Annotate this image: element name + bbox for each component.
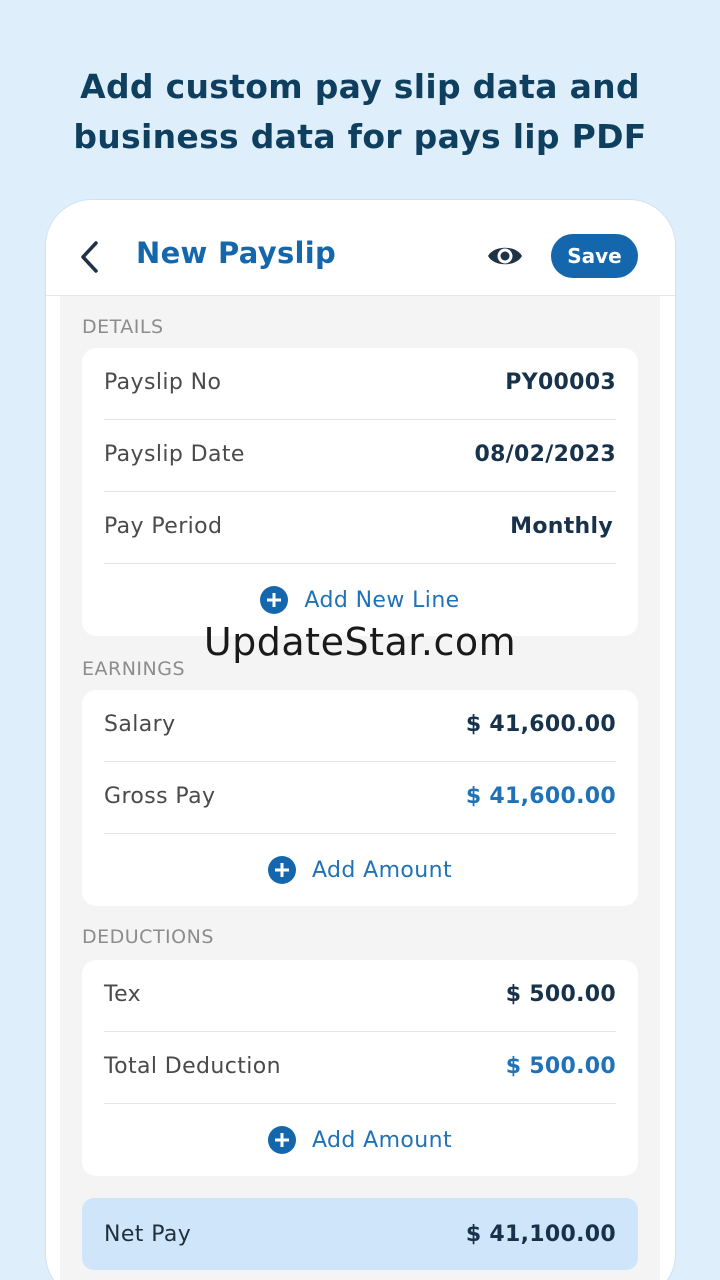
row-label: Salary [104, 712, 176, 737]
gross-pay-row: Gross Pay $ 41,600.00 [104, 762, 616, 834]
phone-screen: New Payslip Save DETAILS Payslip No PY00… [46, 200, 675, 1280]
net-pay-value: $ 41,100.00 [465, 1222, 616, 1247]
add-deduction-amount-button[interactable]: Add Amount [82, 1104, 638, 1176]
row-value: Monthly [510, 514, 613, 539]
row-value: 08/02/2023 [474, 442, 616, 467]
deductions-card: Tex $ 500.00 Total Deduction $ 500.00 Ad… [82, 960, 638, 1176]
preview-eye-icon[interactable] [486, 240, 524, 272]
save-button[interactable]: Save [551, 234, 638, 278]
row-value: $ 500.00 [505, 1054, 616, 1079]
row-value: $ 41,600.00 [465, 784, 616, 809]
salary-row[interactable]: Salary $ 41,600.00 [104, 690, 616, 762]
row-value: PY00003 [505, 370, 616, 395]
add-amount-label: Add Amount [311, 857, 453, 883]
row-value: $ 500.00 [505, 982, 616, 1007]
payslip-no-row[interactable]: Payslip No PY00003 [104, 348, 616, 420]
net-pay-label: Net Pay [104, 1222, 192, 1247]
plus-circle-icon [260, 586, 289, 614]
details-section-label: DETAILS [82, 316, 164, 338]
watermark-text: UpdateStar.com [203, 620, 517, 664]
payslip-form: DETAILS Payslip No PY00003 Payslip Date … [60, 296, 660, 1280]
plus-circle-icon [267, 856, 296, 884]
row-label: Payslip No [104, 370, 222, 395]
add-amount-label: Add Amount [311, 1127, 453, 1153]
back-arrow-icon[interactable] [78, 240, 102, 274]
row-label: Total Deduction [104, 1054, 281, 1079]
plus-circle-icon [267, 1126, 296, 1154]
page-title: New Payslip [136, 236, 337, 270]
net-pay-summary: Net Pay $ 41,100.00 [82, 1198, 638, 1270]
pay-period-row[interactable]: Pay Period Monthly [104, 492, 616, 564]
earnings-card: Salary $ 41,600.00 Gross Pay $ 41,600.00… [82, 690, 638, 906]
payslip-date-row[interactable]: Payslip Date 08/02/2023 [104, 420, 616, 492]
row-value: $ 41,600.00 [465, 712, 616, 737]
details-card: Payslip No PY00003 Payslip Date 08/02/20… [82, 348, 638, 636]
row-label: Pay Period [104, 514, 223, 539]
promo-line-2: business data for pays lip PDF [73, 117, 647, 156]
add-new-line-label: Add New Line [304, 587, 460, 613]
add-earning-amount-button[interactable]: Add Amount [82, 834, 638, 906]
total-deduction-row: Total Deduction $ 500.00 [104, 1032, 616, 1104]
deductions-section-label: DEDUCTIONS [82, 926, 214, 948]
tax-row[interactable]: Tex $ 500.00 [104, 960, 616, 1032]
row-label: Payslip Date [104, 442, 245, 467]
promo-line-1: Add custom pay slip data and [80, 67, 640, 106]
promo-headline: Add custom pay slip data and business da… [0, 62, 720, 162]
row-label: Gross Pay [104, 784, 216, 809]
row-label: Tex [104, 982, 142, 1007]
app-bar: New Payslip Save [46, 200, 675, 296]
